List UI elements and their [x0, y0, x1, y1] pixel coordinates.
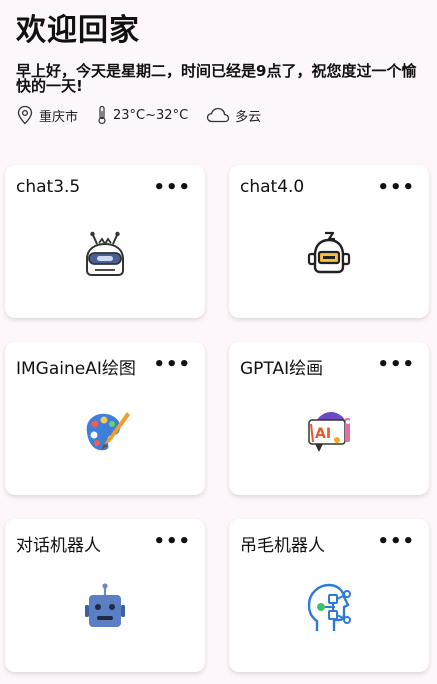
card-gptai[interactable]: GPTAI绘画 ••• AI [229, 342, 429, 495]
greeting-text: 早上好，今天是星期二，时间已经是9点了，祝您度过一个愉快的一天! [16, 62, 417, 95]
card-title: 吊毛机器人 [240, 536, 325, 556]
more-options-button[interactable]: ••• [153, 533, 191, 551]
weather-info: 重庆市 23°C~32°C 多云 [16, 104, 421, 126]
robot-head-icon [77, 225, 133, 281]
card-title: 对话机器人 [16, 536, 101, 556]
card-chat40[interactable]: chat4.0 ••• [229, 165, 429, 318]
weather-label: 多云 [235, 109, 262, 125]
header: 欢迎回家 早上好，今天是星期二，时间已经是9点了，祝您度过一个愉快的一天! 重庆… [16, 10, 421, 126]
more-options-button[interactable]: ••• [377, 179, 415, 197]
temperature-label: 23°C~32°C [113, 107, 189, 123]
more-options-button[interactable]: ••• [377, 533, 415, 551]
thermometer-icon [98, 105, 106, 125]
more-options-button[interactable]: ••• [153, 179, 191, 197]
cloud-icon [207, 107, 230, 123]
paint-palette-icon [77, 402, 133, 458]
robot-yellow-icon [301, 225, 357, 281]
more-options-button[interactable]: ••• [377, 356, 415, 374]
chat-robot-icon [77, 579, 133, 635]
ai-brain-icon [301, 579, 357, 635]
temperature-item: 23°C~32°C [96, 105, 188, 125]
card-title: GPTAI绘画 [240, 359, 324, 379]
more-options-button[interactable]: ••• [153, 356, 191, 374]
location-label: 重庆市 [39, 109, 79, 125]
card-title: chat4.0 [240, 177, 305, 197]
ai-drawing-icon: AI [301, 402, 357, 458]
card-title: IMGaineAI绘图 [16, 359, 136, 379]
svg-text:AI: AI [315, 426, 331, 442]
card-imgaineai[interactable]: IMGaineAI绘图 ••• [5, 342, 205, 495]
location-pin-icon [17, 105, 33, 125]
card-title: chat3.5 [16, 177, 81, 197]
card-chat35[interactable]: chat3.5 ••• [5, 165, 205, 318]
card-ai-brain[interactable]: 吊毛机器人 ••• [229, 519, 429, 672]
location-item: 重庆市 [16, 105, 78, 125]
card-chat-robot[interactable]: 对话机器人 ••• [5, 519, 205, 672]
page-title: 欢迎回家 [16, 13, 140, 48]
weather-item: 多云 [206, 106, 261, 125]
